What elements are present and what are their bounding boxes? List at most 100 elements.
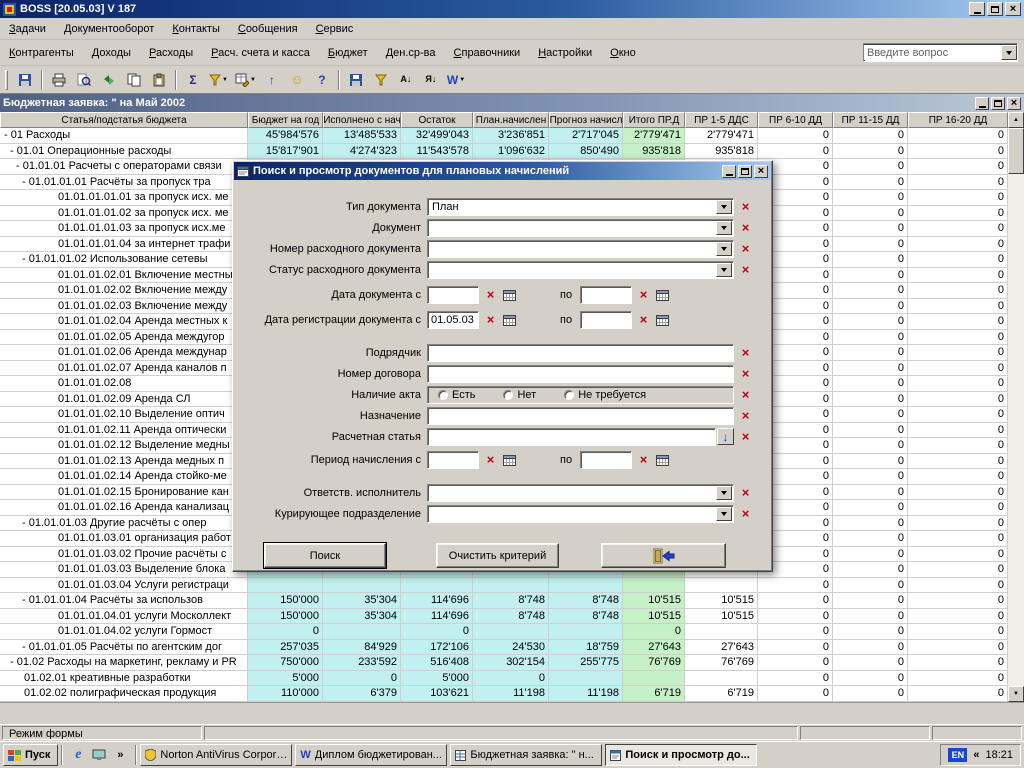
module-menu-item-6[interactable]: Ден.ср-ва xyxy=(377,43,445,63)
chevron-down-icon[interactable] xyxy=(716,486,732,500)
column-header-8[interactable]: ПР 1-5 ДДС xyxy=(685,112,758,128)
clear-reg-date-from-button[interactable]: × xyxy=(482,312,499,328)
clear-purpose-button[interactable]: × xyxy=(737,408,754,424)
accrual-to-calendar-button[interactable] xyxy=(654,452,671,468)
question-input[interactable] xyxy=(864,45,1001,60)
menu-item-1[interactable]: Задачи xyxy=(0,19,55,39)
taskbar-task[interactable]: Norton AntiVirus Corpora... xyxy=(140,744,292,766)
module-menu-item-9[interactable]: Окно xyxy=(601,43,645,63)
settlement-article-input[interactable] xyxy=(427,428,716,446)
document-combobox[interactable] xyxy=(427,219,734,237)
reg-date-to-calendar-button[interactable] xyxy=(654,312,671,328)
paste-button[interactable] xyxy=(147,69,171,91)
doc-date-from-input[interactable] xyxy=(427,286,479,304)
dialog-minimize-button[interactable] xyxy=(722,165,736,178)
table-row[interactable]: - 01.01.01.05 Расчёты по агентским дог25… xyxy=(0,640,1008,656)
child-restore-button[interactable] xyxy=(991,97,1005,110)
export-button[interactable]: ↑ xyxy=(260,69,284,91)
column-header-1[interactable]: Статья/подстатья бюджета xyxy=(0,112,248,128)
department-combobox[interactable] xyxy=(427,505,734,523)
settlement-article-lookup-button[interactable]: ↓ xyxy=(717,428,734,445)
question-box[interactable] xyxy=(863,43,1018,62)
expense-doc-status-combobox[interactable] xyxy=(427,261,734,279)
clear-accrual-to-button[interactable]: × xyxy=(635,452,652,468)
table-settings-button[interactable]: ▼ xyxy=(232,69,259,91)
save-layout-button[interactable] xyxy=(344,69,368,91)
column-header-4[interactable]: Остаток xyxy=(401,112,473,128)
table-row[interactable]: 01.01.01.03.04 Услуги регистраци000 xyxy=(0,578,1008,594)
act-option-yes[interactable]: Есть xyxy=(438,389,475,401)
reg-date-from-input[interactable] xyxy=(427,311,479,329)
clear-expense-doc-status-button[interactable]: × xyxy=(737,262,754,278)
child-minimize-button[interactable] xyxy=(975,97,989,110)
save-button[interactable] xyxy=(13,69,37,91)
menu-item-5[interactable]: Сервис xyxy=(307,19,363,39)
accrual-period-to-input[interactable] xyxy=(580,451,632,469)
table-row[interactable]: - 01.01 Операционные расходы15'817'9014'… xyxy=(0,144,1008,160)
sum-button[interactable]: Σ xyxy=(181,69,205,91)
module-menu-item-7[interactable]: Справочники xyxy=(445,43,530,63)
reg-date-to-input[interactable] xyxy=(580,311,632,329)
tray-collapse-icon[interactable]: « xyxy=(973,749,979,761)
table-row[interactable]: 01.02.02 полиграфическая продукция110'00… xyxy=(0,686,1008,702)
table-row[interactable]: 01.01.01.04.02 услуги Гормост000000 xyxy=(0,624,1008,640)
menu-item-4[interactable]: Сообщения xyxy=(229,19,307,39)
clear-contractor-button[interactable]: × xyxy=(737,345,754,361)
table-row[interactable]: - 01.01.01.04 Расчёты за использов150'00… xyxy=(0,593,1008,609)
module-menu-item-1[interactable]: Контрагенты xyxy=(0,43,83,63)
clear-criteria-button[interactable]: Очистить критерий xyxy=(436,543,559,568)
column-header-3[interactable]: Исполнено с нач xyxy=(323,112,401,128)
search-button[interactable]: Поиск xyxy=(264,543,386,568)
print-preview-button[interactable] xyxy=(72,69,96,91)
chevron-down-icon[interactable] xyxy=(716,263,732,277)
toolbar-drag-handle[interactable] xyxy=(5,70,8,90)
clear-document-button[interactable]: × xyxy=(737,220,754,236)
module-menu-item-4[interactable]: Расч. счета и касса xyxy=(202,43,319,63)
taskbar-task[interactable]: Поиск и просмотр до... xyxy=(605,744,757,766)
column-header-2[interactable]: Бюджет на год xyxy=(248,112,323,128)
accrual-period-from-input[interactable] xyxy=(427,451,479,469)
scroll-thumb[interactable] xyxy=(1008,128,1024,174)
clear-settlement-article-button[interactable]: × xyxy=(737,429,754,445)
column-header-6[interactable]: Прогноз начисл xyxy=(549,112,623,128)
reg-date-from-calendar-button[interactable] xyxy=(501,312,518,328)
clear-doc-date-to-button[interactable]: × xyxy=(635,287,652,303)
sort-ascending-button[interactable]: А↓ xyxy=(394,69,418,91)
contract-number-input[interactable] xyxy=(427,365,734,383)
sort-descending-button[interactable]: Я↓ xyxy=(419,69,443,91)
clear-accrual-from-button[interactable]: × xyxy=(482,452,499,468)
dialog-maximize-button[interactable] xyxy=(738,165,752,178)
start-button[interactable]: Пуск xyxy=(3,744,58,766)
table-row[interactable]: - 01.02 Расходы на маркетинг, рекламу и … xyxy=(0,655,1008,671)
column-header-10[interactable]: ПР 11-15 ДД xyxy=(833,112,908,128)
clear-executor-button[interactable]: × xyxy=(737,485,754,501)
refresh-button[interactable] xyxy=(97,69,121,91)
child-close-button[interactable]: × xyxy=(1007,97,1021,110)
table-row[interactable]: - 01 Расходы45'984'57613'485'53332'499'0… xyxy=(0,128,1008,144)
table-row[interactable]: 01.01.01.04.01 услуги Москоллект150'0003… xyxy=(0,609,1008,625)
feedback-button[interactable]: ☺ xyxy=(285,69,309,91)
scroll-up-icon[interactable]: ▲ xyxy=(1008,112,1024,128)
chevron-down-icon[interactable] xyxy=(1001,45,1017,60)
dialog-titlebar[interactable]: Поиск и просмотр документов для плановых… xyxy=(234,162,771,180)
chevron-down-icon[interactable] xyxy=(716,507,732,521)
filter-button[interactable]: ▼ xyxy=(206,69,231,91)
module-menu-item-3[interactable]: Расходы xyxy=(140,43,202,63)
expense-doc-number-combobox[interactable] xyxy=(427,240,734,258)
table-row[interactable]: 01.02.01 креативные разработки5'00005'00… xyxy=(0,671,1008,687)
close-form-button[interactable] xyxy=(601,543,726,568)
chevron-down-icon[interactable] xyxy=(716,221,732,235)
purpose-input[interactable] xyxy=(427,407,734,425)
clear-act-button[interactable]: × xyxy=(737,387,754,403)
menu-item-2[interactable]: Документооборот xyxy=(55,19,163,39)
contractor-input[interactable] xyxy=(427,344,734,362)
dialog-close-button[interactable]: × xyxy=(754,165,768,178)
app-minimize-button[interactable] xyxy=(969,2,985,16)
print-button[interactable] xyxy=(47,69,71,91)
app-close-button[interactable]: × xyxy=(1005,2,1021,16)
scroll-down-icon[interactable]: ▼ xyxy=(1008,686,1024,702)
copy-button[interactable] xyxy=(122,69,146,91)
clear-doc-date-from-button[interactable]: × xyxy=(482,287,499,303)
menu-item-3[interactable]: Контакты xyxy=(163,19,229,39)
taskbar-task[interactable]: WДиплом бюджетирован... xyxy=(295,744,447,766)
